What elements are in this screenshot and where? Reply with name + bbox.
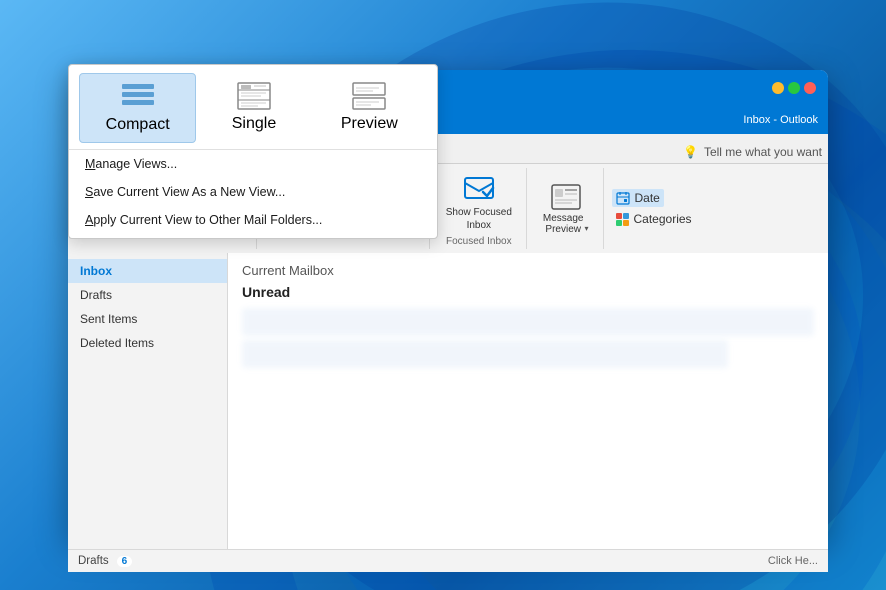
minimize-button[interactable] — [772, 82, 784, 94]
message-preview-label: MessagePreview — [543, 213, 584, 235]
sidebar-item-sent[interactable]: Sent Items — [68, 307, 227, 331]
preview-view-button[interactable]: Preview — [312, 73, 427, 143]
unread-section-title: Unread — [242, 284, 814, 300]
drafts-count-badge: 6 — [117, 556, 133, 567]
ribbon-search-text: Tell me what you want — [704, 145, 822, 159]
single-view-button[interactable]: Single — [196, 73, 311, 143]
focused-inbox-icon — [463, 174, 495, 204]
message-preview-caret: ▾ — [584, 224, 588, 233]
click-here-label: Click He... — [768, 555, 818, 567]
blurred-email-row-2 — [242, 340, 728, 368]
change-view-dropdown: Compact Single — [68, 64, 438, 239]
message-preview-button[interactable]: MessagePreview ▾ — [535, 179, 597, 239]
manage-views-menu-item[interactable]: Manage Views... — [69, 150, 437, 178]
mailbox-header: Current Mailbox — [242, 263, 814, 278]
save-current-view-menu-item[interactable]: Save Current View As a New View... — [69, 178, 437, 206]
compact-view-label: Compact — [106, 116, 170, 134]
drafts-row: Drafts 6 Click He... — [68, 549, 828, 572]
apply-current-view-label: Apply Current View to Other Mail Folders… — [85, 213, 322, 227]
ribbon-group-arrangement: Date Categories — [606, 168, 702, 249]
outlook-body: Inbox Drafts Sent Items Deleted Items Cu… — [68, 253, 828, 549]
title-bar-controls — [772, 82, 816, 94]
ribbon-search[interactable]: 💡 Tell me what you want — [683, 145, 822, 163]
close-button[interactable] — [804, 82, 816, 94]
manage-views-label: Manage Views... — [85, 157, 177, 171]
date-icon — [616, 191, 630, 205]
single-view-label: Single — [232, 115, 276, 133]
single-view-icon — [236, 81, 272, 111]
main-content: Current Mailbox Unread — [228, 253, 828, 549]
categories-icon — [616, 213, 629, 226]
folder-sidebar: Inbox Drafts Sent Items Deleted Items — [68, 253, 228, 549]
view-type-row: Compact Single — [69, 65, 437, 150]
date-arrangement-button[interactable]: Date — [612, 189, 664, 207]
drafts-label: Drafts — [78, 555, 109, 567]
message-preview-icon — [550, 183, 582, 211]
preview-view-label: Preview — [341, 115, 398, 133]
preview-view-icon — [351, 81, 387, 111]
ribbon-group-message-preview: MessagePreview ▾ — [529, 168, 604, 249]
blurred-email-row-1 — [242, 308, 814, 336]
date-label: Date — [635, 191, 660, 205]
sidebar-item-inbox[interactable]: Inbox — [68, 259, 227, 283]
maximize-button[interactable] — [788, 82, 800, 94]
ribbon-group-focused-inbox: Show FocusedInbox Focused Inbox — [432, 168, 527, 249]
sidebar-item-drafts[interactable]: Drafts — [68, 283, 227, 307]
categories-label: Categories — [634, 212, 692, 226]
focused-inbox-group-label: Focused Inbox — [446, 236, 512, 247]
sidebar-item-deleted[interactable]: Deleted Items — [68, 331, 227, 355]
focused-inbox-label: Show FocusedInbox — [446, 206, 512, 232]
show-focused-inbox-button[interactable]: Show FocusedInbox — [438, 170, 520, 236]
save-current-view-label: Save Current View As a New View... — [85, 185, 285, 199]
compact-view-icon — [120, 82, 156, 112]
apply-current-view-menu-item[interactable]: Apply Current View to Other Mail Folders… — [69, 206, 437, 234]
compact-view-button[interactable]: Compact — [79, 73, 196, 143]
lightbulb-icon: 💡 — [683, 145, 698, 159]
window-title: Inbox - Outlook — [743, 114, 818, 126]
categories-arrangement-button[interactable]: Categories — [612, 210, 696, 228]
